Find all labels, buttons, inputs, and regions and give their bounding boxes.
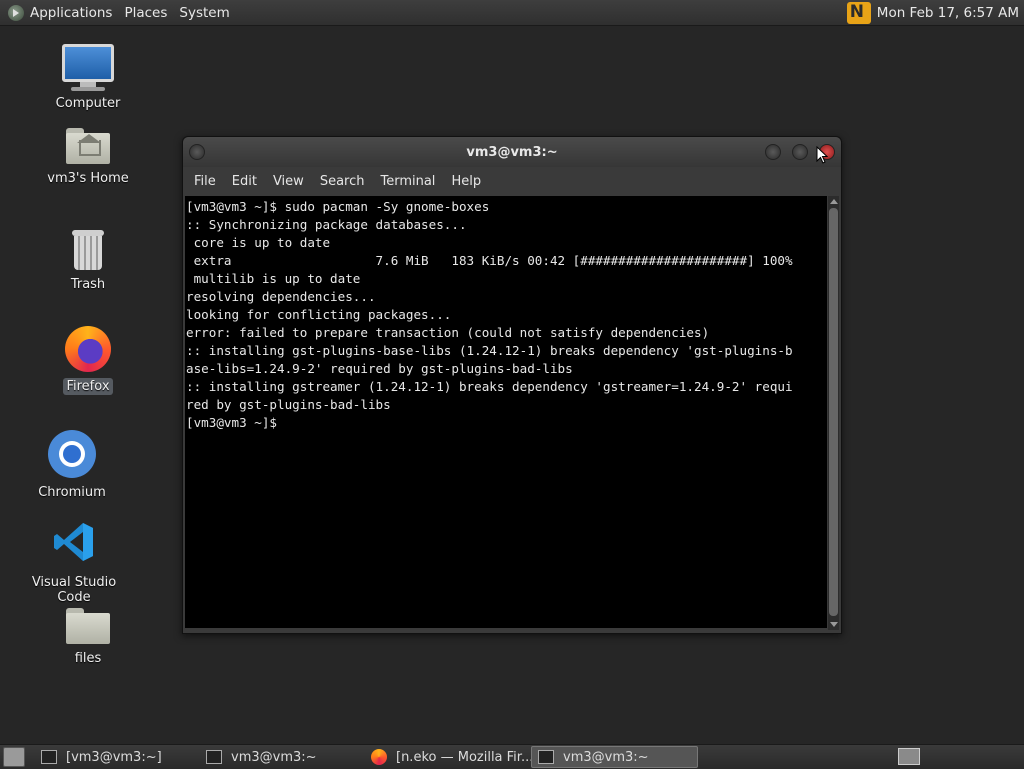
menu-search[interactable]: Search [312, 174, 373, 189]
desktop-icon-firefox[interactable]: Firefox [48, 326, 128, 395]
taskbar-task-label: vm3@vm3:~ [231, 749, 317, 765]
terminal-line: multilib is up to date [186, 271, 361, 286]
terminal-line: red by gst-plugins-bad-libs [186, 397, 391, 412]
desktop-icon-computer[interactable]: Computer [48, 44, 128, 112]
folder-icon [66, 608, 110, 644]
terminal-line: error: failed to prepare transaction (co… [186, 325, 710, 340]
desktop-icon-vscode[interactable]: Visual Studio Code [12, 520, 136, 606]
window-menu-icon[interactable] [189, 144, 205, 160]
menu-help[interactable]: Help [443, 174, 489, 189]
terminal-prompt: [vm3@vm3 ~]$ [186, 415, 277, 430]
chromium-icon [48, 430, 96, 478]
taskbar-task-active[interactable]: vm3@vm3:~ [531, 746, 698, 768]
taskbar-task-label: [n.eko — Mozilla Fir... [396, 749, 531, 765]
desktop-icon-trash[interactable]: Trash [48, 230, 128, 293]
scrollbar-thumb[interactable] [829, 208, 838, 616]
desktop-icon-label: Visual Studio Code [31, 575, 117, 605]
applications-menu[interactable]: Applications [0, 0, 118, 25]
desktop-icon-label: Chromium [38, 485, 106, 500]
terminal-line: :: installing gst-plugins-base-libs (1.2… [186, 343, 793, 358]
terminal-title: vm3@vm3:~ [466, 144, 558, 160]
menu-file[interactable]: File [186, 174, 224, 189]
minimize-button[interactable] [765, 144, 781, 160]
desktop-icon-files[interactable]: files [48, 608, 128, 667]
home-folder-icon [66, 128, 110, 164]
system-menu-label: System [179, 4, 230, 21]
desktop-icon-label: Computer [55, 96, 121, 111]
taskbar-task[interactable]: vm3@vm3:~ [200, 746, 365, 768]
taskbar: [vm3@vm3:~] vm3@vm3:~ [n.eko — Mozilla F… [0, 744, 1024, 769]
terminal-scrollbar[interactable] [828, 196, 839, 630]
desktop-icon-label: Trash [70, 277, 106, 292]
computer-icon [48, 44, 128, 91]
mouse-pointer-icon [816, 146, 828, 164]
places-menu-label: Places [124, 4, 168, 21]
desktop-icon-label: files [74, 651, 102, 666]
menu-view[interactable]: View [265, 174, 312, 189]
system-menu[interactable]: System [173, 0, 235, 25]
terminal-icon [206, 750, 222, 764]
show-desktop-button[interactable] [3, 747, 25, 767]
terminal-line: ase-libs=1.24.9-2' required by gst-plugi… [186, 361, 573, 376]
terminal-icon [41, 750, 57, 764]
terminal-icon [538, 750, 554, 764]
scroll-down-icon[interactable] [830, 622, 838, 627]
neko-icon[interactable] [846, 1, 871, 24]
terminal-menubar: File Edit View Search Terminal Help [183, 167, 841, 195]
terminal-line: extra 7.6 MiB 183 KiB/s 00:42 [#########… [186, 253, 793, 268]
terminal-output[interactable]: [vm3@vm3 ~]$ sudo pacman -Sy gnome-boxes… [185, 196, 827, 628]
terminal-line: core is up to date [186, 235, 331, 250]
desktop-icon-chromium[interactable]: Chromium [27, 430, 117, 501]
menu-edit[interactable]: Edit [224, 174, 265, 189]
taskbar-task[interactable]: [vm3@vm3:~] [35, 746, 200, 768]
firefox-icon [65, 326, 111, 372]
clock[interactable]: Mon Feb 17, 6:57 AM [877, 5, 1019, 21]
maximize-button[interactable] [792, 144, 808, 160]
taskbar-task-label: [vm3@vm3:~] [66, 749, 162, 765]
trash-icon [71, 230, 105, 270]
vscode-icon [54, 523, 93, 561]
terminal-titlebar[interactable]: vm3@vm3:~ [183, 137, 841, 167]
desktop-icon-home[interactable]: vm3's Home [40, 128, 136, 187]
terminal-line: :: Synchronizing package databases... [186, 217, 467, 232]
gnome-foot-icon [8, 4, 24, 21]
terminal-line: [vm3@vm3 ~]$ sudo pacman -Sy gnome-boxes [186, 199, 490, 214]
desktop-icon-label: Firefox [63, 378, 113, 395]
applications-menu-label: Applications [30, 4, 113, 21]
taskbar-task-label: vm3@vm3:~ [563, 749, 649, 765]
terminal-window[interactable]: vm3@vm3:~ File Edit View Search Terminal… [182, 136, 842, 634]
terminal-line: :: installing gstreamer (1.24.12-1) brea… [186, 379, 793, 394]
workspace-switcher[interactable] [898, 748, 920, 765]
menu-terminal[interactable]: Terminal [372, 174, 443, 189]
desktop-icon-label: vm3's Home [47, 171, 129, 186]
terminal-line: looking for conflicting packages... [186, 307, 452, 322]
top-panel: Applications Places System Mon Feb 17, 6… [0, 0, 1024, 26]
taskbar-task[interactable]: [n.eko — Mozilla Fir... [365, 746, 531, 768]
terminal-line: resolving dependencies... [186, 289, 376, 304]
scroll-up-icon[interactable] [830, 199, 838, 204]
firefox-icon [371, 749, 387, 765]
places-menu[interactable]: Places [118, 0, 173, 25]
